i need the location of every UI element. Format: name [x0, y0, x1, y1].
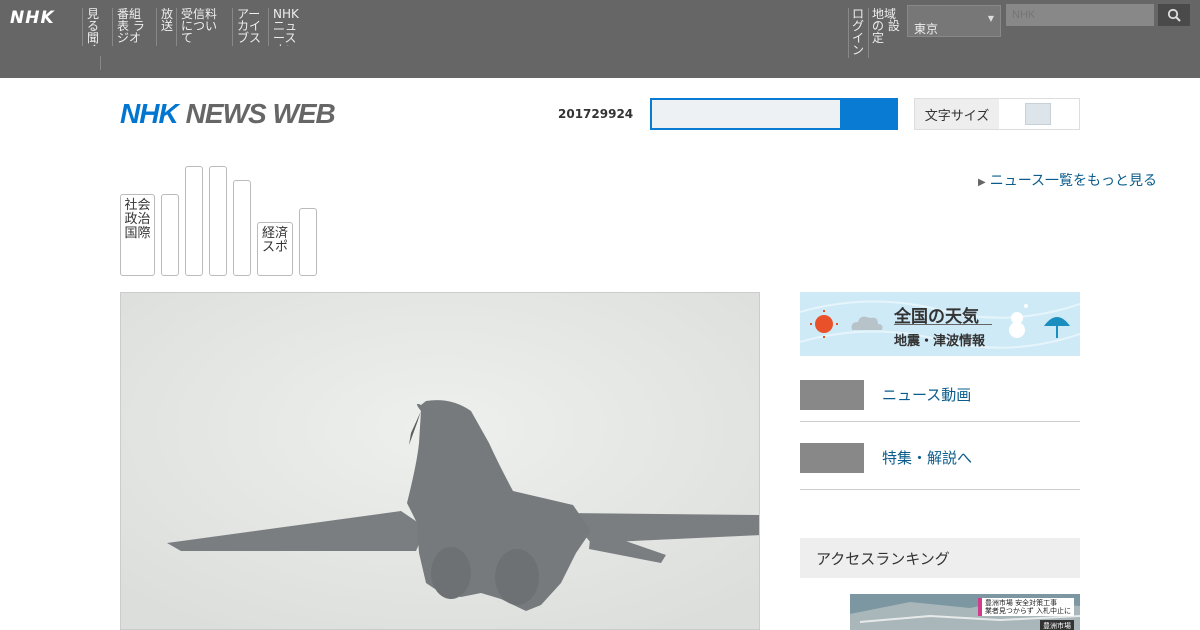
logo-news-web-text: NEWS WEB [185, 98, 336, 129]
weather-underline [894, 324, 992, 325]
text-size-control: 文字サイズ [914, 98, 1080, 130]
date-display: 201729924 [558, 107, 634, 121]
special-feature-label: 特集・解説へ [882, 449, 973, 467]
chevron-down-icon: ▼ [987, 14, 994, 23]
nhk-global-logo[interactable]: NHK [10, 8, 55, 28]
region-select[interactable]: 東京 ▼ [907, 5, 1001, 37]
bomber-aircraft-image [121, 293, 759, 629]
category-label: 社会 政治 国際 [124, 198, 151, 241]
news-search-input[interactable] [650, 98, 842, 130]
weather-subtitle: 地震・津波情報 [894, 334, 986, 349]
global-nav-item-fee[interactable]: 受信料 について [176, 8, 232, 46]
region-setting-link[interactable]: 地域の 設定 [868, 8, 908, 58]
thumb-caption-location: 豊洲市場 [1040, 620, 1074, 630]
nhk-news-web-logo[interactable]: NHK NEWS WEB [120, 98, 336, 130]
text-size-toggle[interactable] [1025, 103, 1051, 125]
category-tab-5[interactable] [233, 180, 251, 276]
region-select-value: 東京 [914, 22, 939, 36]
search-icon [1167, 8, 1181, 22]
news-video-label: ニュース動画 [882, 386, 972, 404]
category-tab-society[interactable]: 社会 政治 国際 [120, 194, 155, 276]
news-search-button[interactable] [840, 98, 898, 130]
access-ranking-heading: アクセスランキング [800, 538, 1080, 578]
category-label: 経済 スポ [262, 226, 289, 255]
special-feature-thumb [800, 443, 864, 473]
weather-banner[interactable]: 全国の天気 地震・津波情報 [800, 292, 1080, 356]
category-tab-economy[interactable]: 経済 スポ [257, 222, 293, 276]
logo-nhk-text: NHK [120, 98, 179, 129]
ranking-item-thumbnail[interactable]: 豊洲市場 安全対策工事 業者見つからず 入札中止に 豊洲市場 [850, 594, 1080, 630]
text-size-label: 文字サイズ [915, 99, 999, 129]
special-feature-link[interactable]: 特集・解説へ [800, 439, 1080, 490]
category-tab-2[interactable] [161, 194, 179, 276]
global-nav-item-broadcast[interactable]: 放送 [156, 8, 176, 46]
global-right-nav: ログイン 地域の 設定 [848, 8, 908, 58]
category-tab-3[interactable] [185, 166, 203, 276]
hero-news-image[interactable] [120, 292, 760, 630]
triangle-right-icon: ▶ [978, 177, 986, 188]
global-nav-bar: NHK 見る聞く 番組表 ラジオ 放送 受信料 について アーカイ ブス NHK… [0, 0, 1200, 78]
global-nav: 見る聞く 番組表 ラジオ 放送 受信料 について アーカイ ブス NHK ニュー… [82, 8, 304, 46]
global-nav-item-ondemand[interactable]: NHK ニュース オンデマンド [268, 8, 304, 46]
global-nav-item-archives[interactable]: アーカイ ブス [232, 8, 268, 46]
global-nav-item-watch[interactable]: 見る聞く [82, 8, 112, 46]
category-tab-4[interactable] [209, 166, 227, 276]
news-video-link[interactable]: ニュース動画 [800, 376, 1080, 422]
news-list-link-label: ニュース一覧をもっと見る [989, 173, 1158, 189]
nav-divider [100, 56, 101, 70]
news-list-link[interactable]: ▶ ニュース一覧をもっと見る [978, 170, 1157, 190]
news-video-thumb [800, 380, 864, 410]
thumb-caption-1: 豊洲市場 安全対策工事 業者見つからず 入札中止に [977, 598, 1074, 616]
login-link[interactable]: ログイン [848, 8, 868, 58]
global-search-input[interactable] [1006, 4, 1154, 26]
global-search-button[interactable] [1158, 4, 1190, 26]
category-tab-7[interactable] [299, 208, 317, 276]
global-nav-item-program[interactable]: 番組表 ラジオ [112, 8, 156, 46]
